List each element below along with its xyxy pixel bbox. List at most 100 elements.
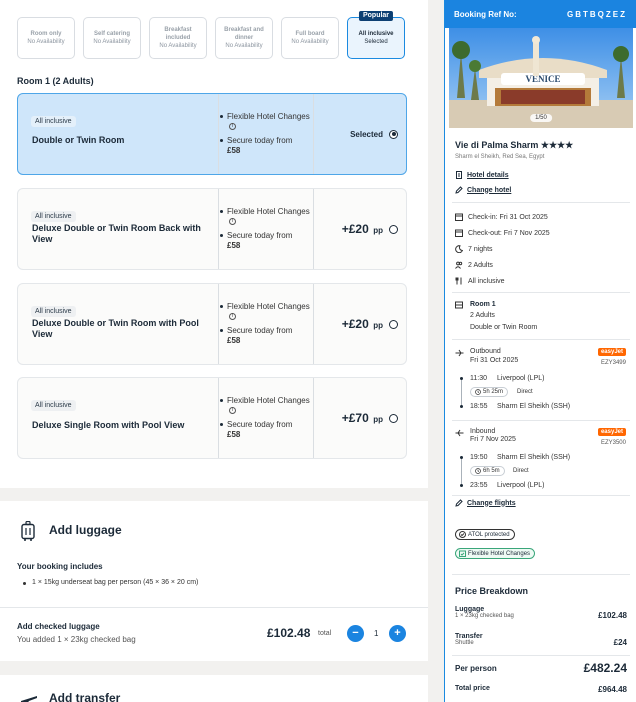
price-row-transfer: Transfer Shuttle £24 bbox=[455, 633, 627, 647]
board-option-full-board[interactable]: Full board No Availability bbox=[281, 17, 339, 59]
departure-time: 11:30 bbox=[470, 375, 487, 382]
adults-row: 2 Adults bbox=[455, 261, 493, 269]
divider bbox=[452, 339, 630, 340]
info-icon[interactable]: i bbox=[229, 218, 236, 226]
flexible-changes-badge: Flexible Hotel Changes bbox=[455, 548, 536, 559]
board-name: All inclusive bbox=[358, 31, 394, 37]
pencil-icon bbox=[455, 499, 463, 507]
board-option-all-inclusive[interactable]: Popular All inclusive Selected bbox=[347, 11, 405, 59]
room-price: +£20 pp bbox=[342, 284, 398, 364]
board-status: No Availability bbox=[225, 43, 263, 49]
star-rating: ★★★★ bbox=[540, 140, 574, 150]
price-amount: +£70 bbox=[341, 411, 369, 425]
atol-badge: ATOL protected bbox=[455, 529, 515, 540]
departure-time: 19:50 bbox=[470, 454, 488, 461]
room-radio[interactable] bbox=[389, 319, 398, 329]
arrival-airport: Sharm El Sheikh (SSH) bbox=[497, 403, 571, 410]
room-benefits: Flexible Hotel Changes i Secure today fro… bbox=[218, 189, 314, 269]
deposit-price: £58 bbox=[227, 430, 241, 439]
benefit-text: Flexible Hotel Changes bbox=[227, 112, 310, 121]
clock-icon bbox=[475, 389, 481, 395]
moon-icon bbox=[455, 245, 463, 253]
hotel-location: Sharm el Sheikh, Red Sea, Egypt bbox=[455, 154, 545, 160]
includes-label: Your booking includes bbox=[17, 562, 103, 571]
popular-badge: Popular bbox=[358, 11, 394, 21]
change-flights-link[interactable]: Change flights bbox=[455, 499, 516, 507]
timeline-dot bbox=[460, 377, 463, 380]
flight-number: EZY3500 bbox=[600, 440, 626, 446]
inbound-date: Fri 7 Nov 2025 bbox=[470, 436, 516, 443]
divider bbox=[0, 607, 428, 608]
total-label: total bbox=[318, 630, 332, 637]
per-person-label: pp bbox=[373, 321, 383, 330]
info-icon[interactable]: i bbox=[229, 407, 236, 415]
room-radio[interactable] bbox=[389, 129, 398, 139]
board-badge: All inclusive bbox=[31, 116, 76, 127]
plane-icon bbox=[21, 696, 37, 702]
hotel-image[interactable]: VENICE 1/50 bbox=[449, 28, 633, 128]
arrival-airport: Liverpool (LPL) bbox=[497, 482, 545, 489]
room-type: Double or Twin Room bbox=[470, 324, 538, 331]
bed-icon bbox=[455, 301, 463, 309]
per-person-price: £482.24 bbox=[583, 661, 627, 675]
board-name: Full board bbox=[295, 31, 325, 37]
booking-ref-header: Booking Ref No: GBTBQZEZ bbox=[445, 0, 636, 28]
room-name: Deluxe Double or Twin Room with Pool Vie… bbox=[32, 318, 199, 339]
benefit-text: Flexible Hotel Changes bbox=[227, 207, 310, 216]
room-name: Deluxe Single Room with Pool View bbox=[32, 420, 185, 430]
direct-label: Direct bbox=[513, 468, 529, 474]
room-radio[interactable] bbox=[389, 224, 398, 234]
per-person-label: pp bbox=[373, 415, 383, 424]
board-status: No Availability bbox=[27, 39, 65, 45]
calendar-check-icon bbox=[459, 550, 466, 557]
people-icon bbox=[455, 261, 463, 269]
outbound-label: Outbound bbox=[470, 348, 501, 355]
luggage-card: Add luggage Your booking includes 1 × 15… bbox=[0, 501, 428, 661]
price-row-total: Total price £964.48 bbox=[455, 685, 627, 694]
board-badge: All inclusive bbox=[31, 211, 76, 222]
room-benefits: Flexible Hotel Changes i Secure today fro… bbox=[218, 284, 314, 364]
board-option-half-board[interactable]: Breakfast and dinner No Availability bbox=[215, 17, 273, 59]
board-option-breakfast[interactable]: Breakfast included No Availability bbox=[149, 17, 207, 59]
board-name: Room only bbox=[30, 31, 62, 37]
timeline-dot bbox=[460, 456, 463, 459]
luggage-price: £102.48 bbox=[267, 626, 311, 640]
duration-pill: 6h 5m bbox=[470, 466, 505, 476]
room-option[interactable]: All inclusive Deluxe Single Room with Po… bbox=[17, 377, 407, 459]
board-option-room-only[interactable]: Room only No Availability bbox=[17, 17, 75, 59]
deposit-price: £58 bbox=[227, 146, 241, 155]
board-status: Selected bbox=[364, 39, 388, 45]
info-icon[interactable]: i bbox=[229, 313, 236, 321]
luggage-quantity: 1 bbox=[374, 629, 379, 638]
decrease-luggage-button[interactable]: − bbox=[347, 625, 364, 642]
room-price: +£20 pp bbox=[342, 189, 398, 269]
room-radio[interactable] bbox=[389, 413, 398, 423]
inbound-label: Inbound bbox=[470, 428, 496, 435]
board-badge: All inclusive bbox=[31, 400, 76, 411]
board-option-self-catering[interactable]: Self catering No Availability bbox=[83, 17, 141, 59]
info-icon[interactable]: i bbox=[229, 123, 236, 131]
easyjet-logo: easyJet bbox=[597, 348, 626, 356]
calendar-icon bbox=[455, 229, 463, 237]
room-option[interactable]: All inclusive Deluxe Double or Twin Room… bbox=[17, 283, 407, 365]
room-benefits: Flexible Hotel Changes i Secure today fro… bbox=[218, 378, 314, 458]
per-person-label: pp bbox=[373, 226, 383, 235]
total-price: £964.48 bbox=[598, 685, 627, 694]
change-hotel-link[interactable]: Change hotel bbox=[455, 186, 511, 194]
pencil-icon bbox=[455, 186, 463, 194]
board-status: No Availability bbox=[159, 43, 197, 49]
luggage-price: £102.48 bbox=[598, 611, 627, 620]
transfer-title: Add transfer bbox=[49, 691, 121, 702]
divider bbox=[452, 655, 630, 656]
divider bbox=[452, 574, 630, 575]
room-option[interactable]: All inclusive Deluxe Double or Twin Room… bbox=[17, 188, 407, 270]
room-option[interactable]: All inclusive Double or Twin Room Flexib… bbox=[17, 93, 407, 175]
secure-text: Secure today from bbox=[227, 231, 293, 240]
duration-pill: 5h 25m bbox=[470, 387, 509, 397]
room-benefits: Flexible Hotel Changes i Secure today fro… bbox=[218, 94, 314, 174]
deposit-price: £58 bbox=[227, 241, 241, 250]
increase-luggage-button[interactable]: + bbox=[389, 625, 406, 642]
transfer-label: Transfer bbox=[455, 633, 483, 640]
hotel-details-link[interactable]: Hotel details bbox=[455, 171, 509, 179]
booking-ref: GBTBQZEZ bbox=[567, 9, 627, 19]
